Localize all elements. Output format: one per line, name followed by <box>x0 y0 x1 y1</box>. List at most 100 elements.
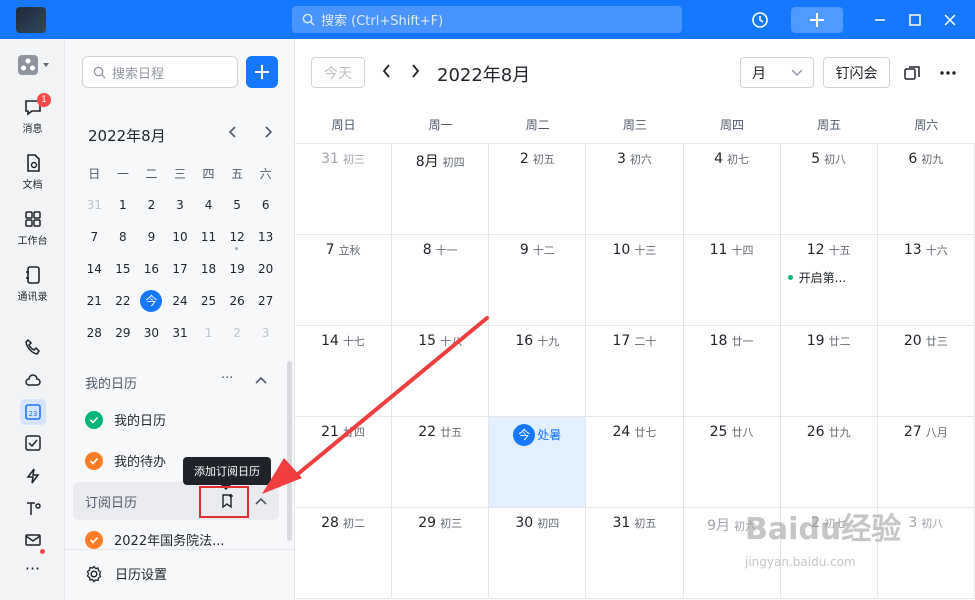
nav-item-todo[interactable] <box>0 434 65 455</box>
day-cell[interactable]: 7 立秋 <box>295 235 393 325</box>
mini-day[interactable]: 7 <box>80 230 109 244</box>
day-cell[interactable]: 19 廿二 <box>781 326 878 416</box>
day-cell[interactable]: 21 廿四 <box>295 417 393 507</box>
nav-item-tools[interactable] <box>0 500 65 521</box>
day-cell[interactable]: 30 初四 <box>489 508 587 598</box>
mini-day[interactable]: 5 <box>223 198 252 212</box>
mini-day[interactable]: 9 <box>137 230 166 244</box>
nav-item-calendar[interactable]: 23 <box>0 399 65 428</box>
mini-day[interactable]: 13 <box>251 230 280 244</box>
prev-month-button[interactable] <box>381 63 393 83</box>
day-cell[interactable]: 24 廿七 <box>586 417 684 507</box>
mini-day[interactable]: 8 <box>109 230 138 244</box>
mini-day[interactable]: 22 <box>109 294 138 308</box>
check-icon[interactable] <box>85 530 103 549</box>
calendar-item-todo[interactable]: 我的待办 <box>85 451 166 470</box>
nav-more[interactable]: ··· <box>0 559 65 578</box>
day-cell[interactable]: 今处暑 <box>489 417 587 507</box>
panel-scrollbar[interactable] <box>287 361 292 541</box>
day-cell[interactable]: 11 十四 <box>684 235 781 325</box>
mini-day[interactable]: 17 <box>166 262 195 276</box>
day-cell[interactable]: 9 十二 <box>489 235 587 325</box>
mini-day[interactable]: 14 <box>80 262 109 276</box>
mini-day[interactable]: 1 <box>194 326 223 340</box>
nav-item-docs[interactable]: 文档 <box>0 153 65 191</box>
maximize-icon[interactable] <box>905 10 925 30</box>
chevron-up-icon[interactable] <box>254 496 268 506</box>
mini-day[interactable]: 28 <box>80 326 109 340</box>
mini-day[interactable]: 19 <box>223 262 252 276</box>
today-button[interactable]: 今天 <box>311 57 365 88</box>
day-cell[interactable]: 3 初六 <box>586 144 684 234</box>
calendar-item-subscribed[interactable]: 2022年国务院法... <box>85 530 224 549</box>
nav-item-phone[interactable] <box>0 338 65 359</box>
close-icon[interactable] <box>940 10 960 30</box>
nav-item-messages[interactable]: 1 消息 <box>0 93 65 135</box>
calendar-settings[interactable]: 日历设置 <box>85 564 167 583</box>
nav-item-contacts[interactable]: 通讯录 <box>0 265 65 303</box>
mini-day[interactable]: 30 <box>137 326 166 340</box>
day-cell[interactable]: 15 十八 <box>392 326 490 416</box>
mini-day[interactable]: 3 <box>166 198 195 212</box>
day-cell[interactable]: 8月 初四 <box>392 144 490 234</box>
mini-day[interactable]: 26 <box>223 294 252 308</box>
day-cell[interactable]: 26 廿九 <box>781 417 878 507</box>
mini-day[interactable]: 31 <box>80 198 109 212</box>
mini-day[interactable]: 4 <box>194 198 223 212</box>
add-event-button[interactable] <box>246 56 278 88</box>
day-cell[interactable]: 31 初五 <box>586 508 684 598</box>
more-icon[interactable] <box>939 64 957 82</box>
mini-prev-month[interactable] <box>225 125 241 141</box>
check-icon[interactable] <box>85 451 103 470</box>
mini-day[interactable]: 11 <box>194 230 223 244</box>
chevron-up-icon[interactable] <box>254 375 268 385</box>
mini-day[interactable]: 今 <box>137 290 166 312</box>
mini-day[interactable]: 1 <box>109 198 138 212</box>
my-calendars-more-icon[interactable]: ··· <box>221 371 233 386</box>
day-cell[interactable]: 4 初七 <box>684 144 781 234</box>
mini-day[interactable]: 15 <box>109 262 138 276</box>
day-cell[interactable]: 14 十七 <box>295 326 393 416</box>
calendar-item-mine[interactable]: 我的日历 <box>85 410 166 429</box>
day-cell[interactable]: 27 八月 <box>878 417 975 507</box>
mini-day[interactable]: 3 <box>251 326 280 340</box>
calendar-search-input[interactable]: 搜索日程 <box>82 56 238 88</box>
mini-day[interactable]: 2 <box>137 198 166 212</box>
day-cell[interactable]: 10 十三 <box>586 235 684 325</box>
mini-day[interactable]: 29 <box>109 326 138 340</box>
mini-day[interactable]: 21 <box>80 294 109 308</box>
day-cell[interactable]: 6 初九 <box>878 144 975 234</box>
mini-day[interactable]: 2 <box>223 326 252 340</box>
nav-item-flash[interactable] <box>0 467 65 488</box>
global-search-input[interactable]: 搜索 (Ctrl+Shift+F) <box>292 6 682 33</box>
mini-day[interactable]: 10 <box>166 230 195 244</box>
day-cell[interactable]: 20 廿三 <box>878 326 975 416</box>
mini-day[interactable]: 31 <box>166 326 195 340</box>
mini-day[interactable]: 16 <box>137 262 166 276</box>
day-cell[interactable]: 12 十五 开启第... <box>781 235 878 325</box>
day-cell[interactable]: 25 廿八 <box>684 417 781 507</box>
mini-day[interactable]: 20 <box>251 262 280 276</box>
share-window-icon[interactable] <box>903 64 921 82</box>
day-cell[interactable]: 28 初二 <box>295 508 393 598</box>
next-month-button[interactable] <box>409 63 421 83</box>
org-switcher[interactable] <box>0 53 65 78</box>
history-icon[interactable] <box>750 10 770 30</box>
day-cell[interactable]: 29 初三 <box>392 508 490 598</box>
day-cell[interactable]: 18 廿一 <box>684 326 781 416</box>
minimize-icon[interactable] <box>870 10 890 30</box>
nav-item-mail[interactable] <box>0 531 65 554</box>
nav-item-cloud[interactable] <box>0 371 65 392</box>
day-cell[interactable]: 2 初五 <box>489 144 587 234</box>
mini-day[interactable]: 6 <box>251 198 280 212</box>
day-cell[interactable]: 5 初八 <box>781 144 878 234</box>
event-item[interactable]: 开启第... <box>787 269 846 286</box>
nav-item-workbench[interactable]: 工作台 <box>0 209 65 247</box>
day-cell[interactable]: 13 十六 <box>878 235 975 325</box>
dingshan-button[interactable]: 钉闪会 <box>823 57 890 88</box>
day-cell[interactable]: 17 二十 <box>586 326 684 416</box>
mini-next-month[interactable] <box>260 125 276 141</box>
day-cell[interactable]: 31 初三 <box>295 144 393 234</box>
mini-day[interactable]: 18 <box>194 262 223 276</box>
check-icon[interactable] <box>85 410 103 429</box>
